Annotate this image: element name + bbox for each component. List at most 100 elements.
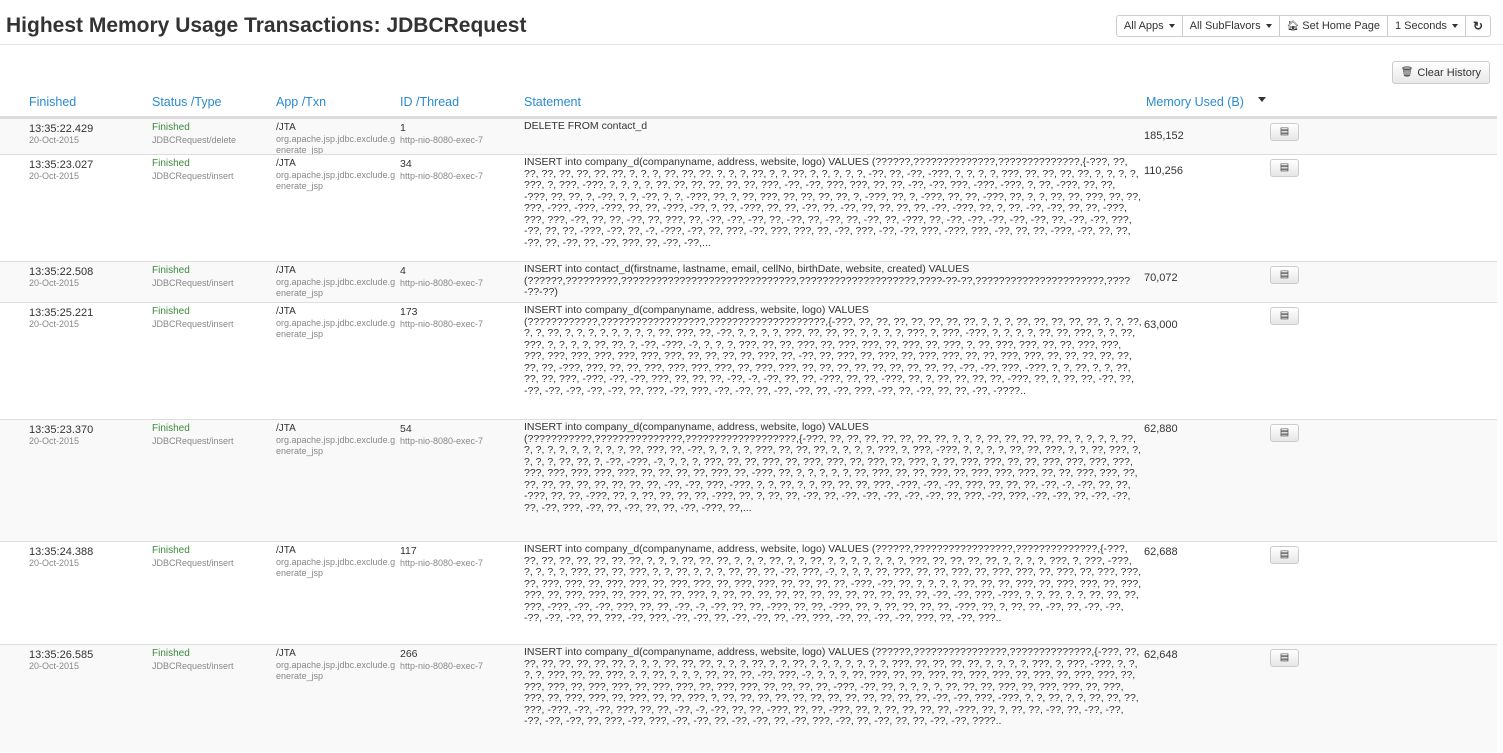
app-name: /JTA xyxy=(276,423,296,434)
book-icon: ▤ xyxy=(1279,269,1290,280)
thread-name: http-nio-8080-exec-7 xyxy=(400,171,484,181)
caret-down-icon xyxy=(1265,24,1272,28)
txn-name: org.apache.jsp.jdbc.exclude.generate_jsp xyxy=(276,277,396,298)
all-apps-dropdown[interactable]: All Apps xyxy=(1115,15,1183,37)
thread-name: http-nio-8080-exec-7 xyxy=(400,135,484,145)
sql-statement: INSERT into contact_d(firstname, lastnam… xyxy=(524,264,1131,298)
thread-name: http-nio-8080-exec-7 xyxy=(400,278,484,288)
thread-name: http-nio-8080-exec-7 xyxy=(400,558,484,568)
table-row: 13:35:23.027 20-Oct-2015 Finished JDBCRe… xyxy=(0,154,1497,261)
memory-used: 63,000 xyxy=(1144,319,1178,331)
status-text: Finished xyxy=(152,545,190,556)
table-row: 13:35:22.508 20-Oct-2015 Finished JDBCRe… xyxy=(0,261,1497,302)
thread-name: http-nio-8080-exec-7 xyxy=(400,661,484,671)
app-name: /JTA xyxy=(276,265,296,276)
finished-time: 13:35:25.221 xyxy=(29,307,94,319)
app-name: /JTA xyxy=(276,122,296,133)
finished-time: 13:35:23.027 xyxy=(29,159,94,171)
sort-desc-icon[interactable] xyxy=(1258,97,1266,102)
status-text: Finished xyxy=(152,306,190,317)
column-header-app-txn[interactable]: App /Txn xyxy=(276,95,326,109)
table-row: 13:35:22.429 20-Oct-2015 Finished JDBCRe… xyxy=(0,118,1497,155)
txn-name: org.apache.jsp.jdbc.exclude.generate_jsp xyxy=(276,435,396,456)
app-name: /JTA xyxy=(276,158,296,169)
column-header-status-type[interactable]: Status /Type xyxy=(152,95,221,109)
set-home-page-button[interactable]: 🏠︎ Set Home Page xyxy=(1278,15,1388,37)
finished-time: 13:35:23.370 xyxy=(29,424,94,436)
memory-used: 62,880 xyxy=(1144,423,1178,435)
memory-used: 185,152 xyxy=(1144,130,1184,142)
finished-date: 20-Oct-2015 xyxy=(29,558,80,568)
book-icon: ▤ xyxy=(1279,162,1290,173)
memory-used: 70,072 xyxy=(1144,272,1178,284)
status-text: Finished xyxy=(152,122,190,133)
sql-statement: INSERT into company_d(companyname, addre… xyxy=(524,157,1142,249)
refresh-icon: ↻ xyxy=(1472,19,1483,33)
app-name: /JTA xyxy=(276,306,296,317)
app-name: /JTA xyxy=(276,545,296,556)
request-id: 4 xyxy=(400,265,406,277)
app-name: /JTA xyxy=(276,648,296,659)
refresh-button[interactable]: ↻ xyxy=(1464,15,1491,37)
table-header: Finished Status /Type App /Txn ID /Threa… xyxy=(0,92,1497,118)
top-bar: Highest Memory Usage Transactions: JDBCR… xyxy=(0,0,1503,45)
column-header-id-thread[interactable]: ID /Thread xyxy=(400,95,459,109)
column-header-finished[interactable]: Finished xyxy=(29,95,76,109)
request-type: JDBCRequest/insert xyxy=(152,171,234,181)
memory-used: 62,648 xyxy=(1144,649,1178,661)
request-id: 1 xyxy=(400,122,406,134)
table-row: 13:35:25.221 20-Oct-2015 Finished JDBCRe… xyxy=(0,302,1497,419)
request-id: 266 xyxy=(400,648,418,660)
table-row: 13:35:26.585 20-Oct-2015 Finished JDBCRe… xyxy=(0,644,1497,752)
page-title: Highest Memory Usage Transactions: JDBCR… xyxy=(6,14,527,37)
thread-name: http-nio-8080-exec-7 xyxy=(400,319,484,329)
request-type: JDBCRequest/insert xyxy=(152,436,234,446)
finished-time: 13:35:24.388 xyxy=(29,546,94,558)
book-icon: ▤ xyxy=(1279,310,1290,321)
txn-name: org.apache.jsp.jdbc.exclude.generate_jsp xyxy=(276,170,396,191)
request-type: JDBCRequest/insert xyxy=(152,661,234,671)
request-id: 173 xyxy=(400,306,418,318)
all-apps-label: All Apps xyxy=(1123,20,1164,32)
clear-history-button[interactable]: 🗑︎ Clear History xyxy=(1391,61,1490,84)
clear-history-label: Clear History xyxy=(1417,66,1481,79)
view-details-button[interactable]: ▤ xyxy=(1270,307,1299,325)
column-header-statement[interactable]: Statement xyxy=(524,95,581,109)
home-icon: 🏠︎ xyxy=(1286,20,1300,32)
status-text: Finished xyxy=(152,158,190,169)
txn-name: org.apache.jsp.jdbc.exclude.generate_jsp xyxy=(276,660,396,681)
request-type: JDBCRequest/insert xyxy=(152,558,234,568)
thread-name: http-nio-8080-exec-7 xyxy=(400,436,484,446)
book-icon: ▤ xyxy=(1279,652,1290,663)
set-home-page-label: Set Home Page xyxy=(1302,20,1380,32)
finished-date: 20-Oct-2015 xyxy=(29,436,80,446)
txn-name: org.apache.jsp.jdbc.exclude.generate_jsp xyxy=(276,134,396,155)
refresh-interval-label: 1 Seconds xyxy=(1394,20,1447,32)
view-details-button[interactable]: ▤ xyxy=(1270,649,1299,667)
finished-date: 20-Oct-2015 xyxy=(29,135,80,145)
view-details-button[interactable]: ▤ xyxy=(1270,546,1299,564)
memory-used: 110,256 xyxy=(1144,165,1183,177)
finished-date: 20-Oct-2015 xyxy=(29,171,80,181)
request-id: 34 xyxy=(400,158,412,170)
request-id: 54 xyxy=(400,423,412,435)
finished-time: 13:35:22.429 xyxy=(29,123,94,135)
view-details-button[interactable]: ▤ xyxy=(1270,159,1299,177)
column-header-memory-used[interactable]: Memory Used (B) xyxy=(1146,95,1244,109)
request-id: 117 xyxy=(400,545,417,557)
book-icon: ▤ xyxy=(1279,427,1290,438)
trash-icon: 🗑︎ xyxy=(1400,67,1414,78)
sql-statement: INSERT into company_d(companyname, addre… xyxy=(524,422,1142,514)
memory-used: 62,688 xyxy=(1144,546,1178,558)
sql-statement: DELETE FROM contact_d xyxy=(524,121,648,132)
view-details-button[interactable]: ▤ xyxy=(1270,266,1299,284)
all-subflavors-dropdown[interactable]: All SubFlavors xyxy=(1181,15,1280,37)
refresh-interval-dropdown[interactable]: 1 Seconds xyxy=(1386,15,1466,37)
caret-down-icon xyxy=(1168,24,1175,28)
sql-statement: INSERT into company_d(companyname, addre… xyxy=(524,544,1142,624)
txn-name: org.apache.jsp.jdbc.exclude.generate_jsp xyxy=(276,318,396,339)
view-details-button[interactable]: ▤ xyxy=(1270,424,1299,442)
view-details-button[interactable]: ▤ xyxy=(1270,123,1299,141)
finished-time: 13:35:22.508 xyxy=(29,266,94,278)
sql-statement: INSERT into company_d(companyname, addre… xyxy=(524,305,1142,397)
